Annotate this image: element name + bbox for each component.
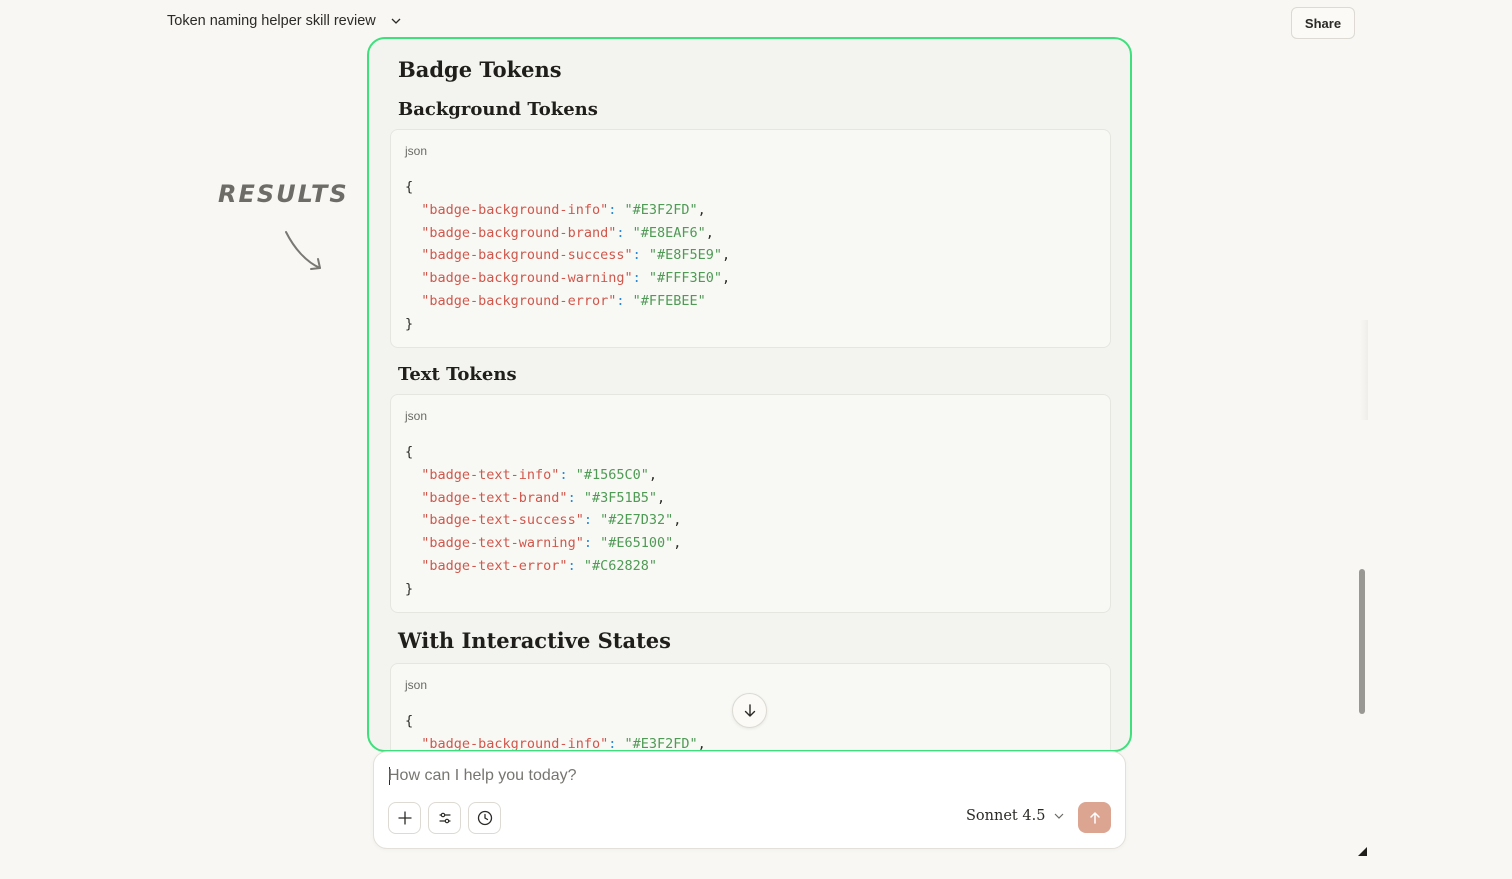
- json-key: "badge-background-success": [421, 247, 633, 264]
- send-button[interactable]: [1078, 802, 1111, 833]
- code-brace: {: [405, 179, 414, 195]
- json-separator: ,: [657, 489, 666, 506]
- json-value: "#E3F2FD": [624, 201, 698, 218]
- code-language-label: json: [405, 144, 428, 158]
- json-separator: ,: [673, 512, 682, 529]
- panel-edge: [1360, 320, 1368, 420]
- json-value: "#3F51B5": [583, 489, 657, 506]
- code-brace: }: [405, 580, 414, 597]
- code-language-label: json: [405, 678, 428, 692]
- model-selector[interactable]: Sonnet 4.5: [966, 808, 1065, 824]
- heading-badge-tokens: Badge Tokens: [398, 57, 562, 82]
- json-value: "#C62828": [583, 557, 657, 574]
- model-label[interactable]: Sonnet 4.5: [966, 808, 1045, 824]
- json-key: "badge-text-warning": [421, 535, 584, 552]
- code-block-text-tokens: json { "badge-text-info": "#1565C0", "ba…: [390, 394, 1111, 613]
- scrollbar-thumb[interactable]: [1359, 569, 1365, 714]
- message-input[interactable]: [388, 764, 1088, 788]
- json-key: "badge-background-warning": [421, 270, 633, 287]
- json-value: "#E8EAF6": [632, 224, 706, 241]
- arrow-up-icon: [1089, 811, 1100, 824]
- json-key: "badge-background-brand": [421, 224, 617, 241]
- json-separator: ,: [705, 224, 714, 241]
- share-button[interactable]: Share: [1291, 7, 1355, 39]
- json-key: "badge-text-info": [421, 466, 560, 483]
- json-key: "badge-background-info": [421, 735, 609, 752]
- heading-interactive-states: With Interactive States: [398, 628, 671, 653]
- conversation-title-menu[interactable]: Token naming helper skill review: [167, 13, 402, 29]
- json-key: "badge-text-success": [421, 512, 584, 529]
- code-brace: {: [405, 713, 414, 729]
- heading-text-tokens: Text Tokens: [398, 364, 517, 385]
- json-separator: ,: [648, 466, 657, 483]
- scroll-to-bottom-button[interactable]: [732, 693, 767, 728]
- code-content: { "badge-text-info": "#1565C0", "badge-t…: [405, 444, 682, 597]
- json-separator: ,: [697, 201, 706, 218]
- plus-icon: [397, 811, 412, 825]
- conversation-title[interactable]: Token naming helper skill review: [167, 13, 376, 29]
- json-value: "#2E7D32": [600, 512, 674, 529]
- json-separator: ,: [697, 735, 706, 752]
- json-key: "badge-background-error": [421, 292, 617, 309]
- code-brace: }: [405, 315, 414, 332]
- code-content: { "badge-background-info": "#E3F2FD",: [405, 713, 706, 752]
- json-separator: ,: [722, 270, 731, 287]
- message-composer: Sonnet 4.5: [373, 751, 1126, 849]
- code-language-label: json: [405, 409, 428, 423]
- code-brace: {: [405, 444, 414, 460]
- json-value: "#FFF3E0": [648, 270, 723, 287]
- add-attachment-button[interactable]: [388, 802, 421, 834]
- heading-background-tokens: Background Tokens: [398, 99, 598, 120]
- results-annotation: RESULTS: [218, 180, 349, 208]
- json-key: "badge-background-info": [421, 201, 609, 218]
- history-button[interactable]: [468, 802, 501, 834]
- json-key: "badge-text-brand": [421, 489, 568, 506]
- sliders-icon: [438, 812, 451, 824]
- chevron-down-icon[interactable]: [390, 15, 402, 27]
- json-value: "#E3F2FD": [624, 735, 698, 752]
- json-separator: ,: [722, 247, 731, 264]
- chevron-down-icon: [1054, 813, 1064, 819]
- json-separator: ,: [673, 535, 682, 552]
- json-value: "#FFEBEE": [632, 292, 706, 309]
- clock-icon: [477, 810, 492, 826]
- code-block-background-tokens: json { "badge-background-info": "#E3F2FD…: [390, 129, 1111, 348]
- json-value: "#E8F5E9": [648, 247, 723, 264]
- json-value: "#E65100": [600, 535, 674, 552]
- code-content: { "badge-background-info": "#E3F2FD", "b…: [405, 179, 731, 332]
- annotation-arrow-icon: [285, 231, 321, 270]
- json-value: "#1565C0": [575, 466, 649, 483]
- highlighted-response-region: Badge Tokens Background Tokens json { "b…: [367, 37, 1132, 752]
- resize-corner-icon[interactable]: [1358, 847, 1367, 856]
- json-key: "badge-text-error": [421, 557, 568, 574]
- tools-button[interactable]: [428, 802, 461, 834]
- arrow-down-icon: [744, 703, 755, 717]
